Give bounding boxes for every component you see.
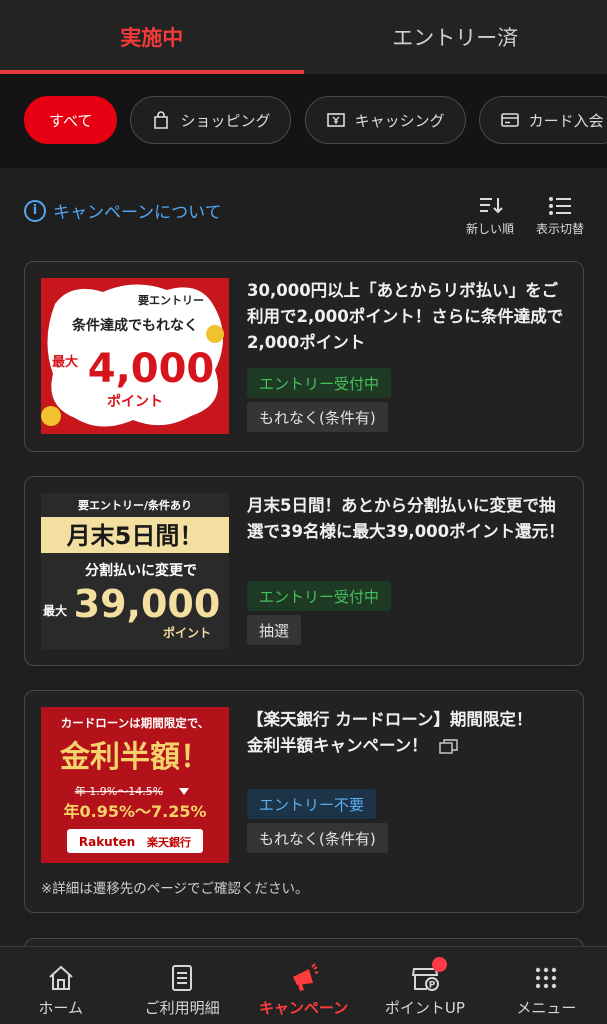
banner-text: 最大 (52, 354, 78, 370)
campaign-banner: カードローンは期間限定で、 金利半額！ 年 1.9%〜14.5% 年0.95%〜… (41, 707, 229, 863)
filter-chip-label: キャッシング (354, 111, 445, 130)
grid-menu-icon (536, 967, 557, 989)
about-campaigns-label: キャンペーンについて (53, 203, 222, 223)
nav-menu[interactable]: メニュー (486, 947, 607, 1024)
filter-chip-card-signup[interactable]: カード入会 (478, 96, 607, 144)
cash-icon (326, 113, 345, 127)
reward-type-badge: 抽選 (247, 615, 302, 645)
nav-point-up[interactable]: P ポイントUP (364, 947, 485, 1024)
campaign-banner: 要エントリー 条件達成でもれなく 最大 4,000 ポイント (41, 278, 229, 434)
filter-chip-cashing[interactable]: キャッシング (304, 96, 466, 144)
campaign-title: 【楽天銀行 カードローン】期間限定！金利半額キャンペーン！ (247, 707, 547, 759)
view-toggle-label: 表示切替 (536, 222, 585, 236)
nav-label: キャンペーン (258, 999, 349, 1017)
banner-text: ポイント (163, 625, 211, 640)
sort-icon (480, 198, 503, 214)
sort-button[interactable]: 新しい順 (466, 194, 514, 237)
banner-amount: 4,000 (88, 346, 215, 392)
detail-note: ※詳細は遷移先のページでご確認ください。 (41, 881, 309, 897)
credit-card-icon (500, 113, 519, 127)
nav-home[interactable]: ホーム (0, 947, 121, 1024)
campaign-card[interactable]: 要エントリー/条件あり 月末5日間！ 分割払いに変更で 最大 39,000 ポイ… (24, 476, 584, 666)
sort-label: 新しい順 (466, 222, 515, 236)
reward-type-badge: もれなく(条件有) (247, 823, 388, 853)
banner-text: 金利半額！ (59, 740, 210, 775)
banner-text: 最大 (43, 603, 67, 618)
banner-text: 条件達成でもれなく (71, 317, 198, 334)
notification-dot (432, 957, 448, 972)
nav-statement[interactable]: ご利用明細 (121, 947, 242, 1024)
about-campaigns-link[interactable]: i キャンペーンについて (24, 198, 222, 223)
view-toggle-button[interactable]: 表示切替 (536, 194, 584, 237)
tab-entered[interactable]: エントリー済 (304, 0, 607, 74)
nav-label: ご利用明細 (144, 999, 220, 1017)
campaign-card[interactable]: 要エントリー 条件達成でもれなく 最大 4,000 ポイント 30,000円以上… (24, 261, 584, 452)
nav-campaign[interactable]: キャンペーン (243, 947, 364, 1024)
banner-text: 楽天銀行 (146, 835, 191, 849)
filter-chip-all[interactable]: すべて (24, 96, 118, 144)
banner-text: ポイント (107, 393, 163, 410)
banner-text: カードローンは期間限定で、 (61, 716, 209, 730)
entry-status-badge: エントリー不要 (247, 789, 377, 819)
category-filter-bar: すべて ショッピング キャッシング カード入会 (0, 74, 607, 168)
banner-text: 年0.95%〜7.25% (63, 802, 206, 821)
filter-chip-label: すべて (49, 111, 93, 130)
statement-icon (172, 965, 193, 991)
filter-chip-label: ショッピング (180, 111, 271, 130)
banner-amount: 39,000 (74, 582, 221, 626)
list-view-icon (549, 197, 571, 215)
campaign-title: 月末5日間！あとから分割払いに変更で抽選で39名様に最大39,000ポイント還元… (247, 496, 565, 541)
banner-text: 分割払いに変更で (85, 562, 197, 579)
campaign-title-text: 【楽天銀行 カードローン】期間限定！金利半額キャンペーン！ (247, 710, 533, 755)
nav-label: ホーム (38, 999, 83, 1017)
campaign-title: 30,000円以上「あとからリボ払い」をご利用で2,000ポイント！さらに条件達… (247, 281, 564, 352)
banner-text: 要エントリー (138, 294, 204, 307)
tab-active[interactable]: 実施中 (0, 0, 304, 74)
status-tabs: 実施中 エントリー済 (0, 0, 607, 74)
filter-chip-label: カード入会 (528, 111, 604, 130)
filter-chip-shopping[interactable]: ショッピング (130, 96, 292, 144)
home-icon (49, 965, 73, 990)
bottom-navigation: ホーム ご利用明細 キャンペーン P ポイントUP メニュー (0, 946, 607, 1024)
banner-text: 年 1.9%〜14.5% (75, 784, 163, 798)
campaign-card[interactable]: カードローンは期間限定で、 金利半額！ 年 1.9%〜14.5% 年0.95%〜… (24, 690, 584, 913)
nav-label: メニュー (516, 999, 577, 1017)
banner-text: 要エントリー/条件あり (78, 498, 192, 512)
shopping-bag-icon (154, 111, 169, 129)
entry-status-badge: エントリー受付中 (247, 368, 392, 398)
entry-status-badge: エントリー受付中 (247, 581, 392, 611)
banner-text: 月末5日間！ (66, 522, 204, 550)
megaphone-icon (292, 963, 318, 991)
info-icon: i (24, 199, 46, 222)
external-link-icon (439, 738, 459, 754)
banner-brand: Rakuten (79, 835, 135, 849)
nav-label: ポイントUP (384, 999, 465, 1017)
svg-text:P: P (429, 981, 436, 991)
reward-type-badge: もれなく(条件有) (247, 402, 388, 432)
campaign-banner: 要エントリー/条件あり 月末5日間！ 分割払いに変更で 最大 39,000 ポイ… (41, 493, 229, 649)
